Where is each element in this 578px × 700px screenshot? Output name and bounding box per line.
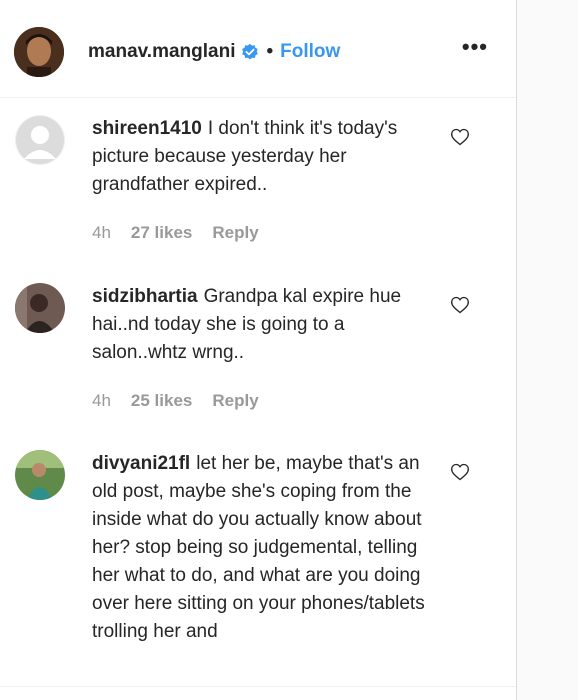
avatar[interactable] bbox=[15, 283, 65, 333]
comment-username[interactable]: sidzibhartia bbox=[92, 286, 198, 307]
comment-likes[interactable]: 25 likes bbox=[131, 391, 192, 410]
comment-body: sidzibhartia Grandpa kal expire hue hai..… bbox=[92, 283, 437, 367]
avatar[interactable] bbox=[15, 115, 65, 165]
right-gutter bbox=[516, 0, 578, 700]
heart-outline-icon[interactable] bbox=[450, 127, 470, 147]
post-header: manav.manglani • Follow ••• bbox=[0, 6, 516, 98]
comment-text: let her be, maybe that's an old post, ma… bbox=[92, 453, 425, 642]
comment-username[interactable]: shireen1410 bbox=[92, 118, 202, 139]
follow-button[interactable]: Follow bbox=[280, 41, 340, 63]
comments-panel: manav.manglani • Follow ••• shireen1410 I… bbox=[0, 0, 516, 700]
comment-username[interactable]: divyani21fl bbox=[92, 453, 190, 474]
comment-likes[interactable]: 27 likes bbox=[131, 223, 192, 242]
comment-time: 4h bbox=[92, 391, 111, 410]
comment-meta: 4h 27 likes Reply bbox=[92, 223, 279, 243]
avatar[interactable] bbox=[14, 26, 64, 77]
reply-button[interactable]: Reply bbox=[212, 391, 258, 410]
verified-badge-icon bbox=[241, 43, 259, 61]
comment-meta: 4h 25 likes Reply bbox=[92, 391, 279, 411]
comment-body: shireen1410 I don't think it's today's pi… bbox=[92, 115, 437, 199]
avatar[interactable] bbox=[15, 450, 65, 500]
comment-time: 4h bbox=[92, 223, 111, 242]
heart-outline-icon[interactable] bbox=[450, 295, 470, 315]
panel-bottom-edge bbox=[0, 686, 516, 700]
separator-dot: • bbox=[266, 40, 274, 62]
more-options-icon[interactable]: ••• bbox=[462, 36, 488, 58]
reply-button[interactable]: Reply bbox=[212, 223, 258, 242]
comment-body: divyani21fl let her be, maybe that's an o… bbox=[92, 450, 437, 646]
heart-outline-icon[interactable] bbox=[450, 462, 470, 482]
post-username[interactable]: manav.manglani bbox=[88, 41, 235, 63]
